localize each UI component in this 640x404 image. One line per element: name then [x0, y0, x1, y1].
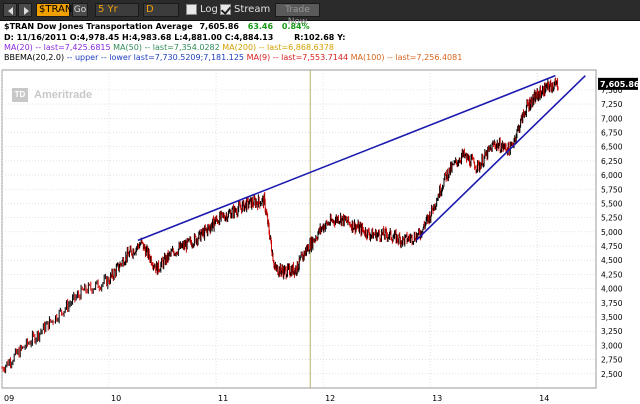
bb-part-1: -- upper -- lower	[64, 53, 134, 62]
ma-part-0: MA(20)	[4, 43, 33, 52]
ma-part-1: -- last=7,425.6815	[32, 43, 114, 52]
y-tick-label: 5,250	[601, 214, 623, 223]
bb-part-0: BBEMA(20,2.0)	[4, 53, 65, 62]
interval-select[interactable]: D	[143, 3, 179, 17]
x-tick-label: 09	[4, 394, 14, 403]
bb-part-6: -- last=7,256.4081	[384, 53, 463, 62]
y-tick-label: 4,000	[601, 285, 623, 294]
ohlc-readout: D: 11/16/2011 O:4,978.45 H:4,983.68 L:4,…	[4, 33, 274, 42]
last-price: 7,605.86	[199, 22, 239, 31]
range-readout: R:102.68 Y:	[294, 33, 346, 42]
price-change-pct: 0.84%	[281, 22, 310, 31]
price-chart[interactable]: 2,500 2,750 3,000 3,250 3,500 3,750 4,000 4,250…	[0, 64, 640, 404]
x-tick-label: 13	[432, 394, 442, 403]
y-tick-label: 4,250	[601, 270, 623, 279]
plot-area	[1, 69, 597, 389]
y-tick-label: 6,000	[601, 171, 623, 180]
y-tick-label: 7,250	[601, 100, 623, 109]
price-change: 63.46	[247, 22, 274, 31]
bb-part-2: last=7,730.5209;7,181.125	[133, 53, 247, 62]
bb-part-3: MA(9)	[246, 53, 271, 62]
forward-button[interactable]	[18, 3, 32, 17]
y-tick-label: 3,000	[601, 341, 623, 350]
y-tick-label: 6,750	[601, 128, 623, 137]
symbol-input[interactable]: $TRAN	[36, 3, 72, 17]
y-tick-label: 6,250	[601, 157, 623, 166]
x-tick-label: 11	[218, 394, 228, 403]
log-checkbox[interactable]	[186, 4, 197, 15]
td-logo-mark: TD	[12, 88, 28, 102]
ma-part-4: MA(200)	[222, 43, 257, 52]
y-tick-label: 5,750	[601, 185, 623, 194]
ma-part-2: MA(50)	[113, 43, 142, 52]
x-tick-label: 10	[111, 394, 121, 403]
bb-part-4: -- last=7,553.7144	[270, 53, 351, 62]
stream-label: Stream	[234, 4, 271, 15]
chart-title: $TRAN Dow Jones Transportation Average	[4, 22, 193, 31]
chart-title-line: $TRAN Dow Jones Transportation Average 7…	[4, 22, 310, 31]
back-button[interactable]	[3, 3, 17, 17]
trade-now-button[interactable]: Trade Now	[275, 3, 320, 27]
y-tick-label: 2,750	[601, 356, 623, 365]
log-label: Log	[200, 4, 218, 15]
moving-average-legend: MA(20) -- last=7,425.6815 MA(50) -- last…	[4, 43, 334, 52]
arrow-left-icon	[8, 7, 13, 15]
y-tick-label: 5,000	[601, 228, 623, 237]
go-button[interactable]: Go	[72, 3, 88, 17]
y-tick-label: 3,500	[601, 313, 623, 322]
y-tick-label: 4,750	[601, 242, 623, 251]
y-tick-label: 2,500	[601, 370, 623, 379]
ma-part-3: -- last=7,354.0282	[141, 43, 223, 52]
y-tick-label: 4,500	[601, 256, 623, 265]
bollinger-legend: BBEMA(20,2.0) -- upper -- lower last=7,7…	[4, 53, 462, 62]
last-value-label: 7,605.86	[600, 80, 640, 89]
arrow-right-icon	[24, 7, 29, 15]
y-tick-label: 3,250	[601, 327, 623, 336]
ma-part-5: -- last=6,868.6378	[256, 43, 334, 52]
y-tick-label: 7,000	[601, 114, 623, 123]
ameritrade-logo-text: Ameritrade	[34, 89, 93, 101]
stream-checkbox[interactable]	[220, 4, 231, 15]
td-ameritrade-logo: TD Ameritrade	[12, 88, 92, 102]
toolbar: $TRAN Go 5 Yr D Log Stream Trade Now	[0, 0, 640, 27]
y-tick-label: 6,500	[601, 143, 623, 152]
y-tick-label: 3,750	[601, 299, 623, 308]
ohlc-line: D: 11/16/2011 O:4,978.45 H:4,983.68 L:4,…	[4, 33, 345, 42]
bb-part-5: MA(100)	[350, 53, 385, 62]
x-tick-label: 14	[539, 394, 549, 403]
period-select[interactable]: 5 Yr	[95, 3, 139, 17]
y-tick-label: 5,500	[601, 199, 623, 208]
x-tick-label: 12	[325, 394, 335, 403]
